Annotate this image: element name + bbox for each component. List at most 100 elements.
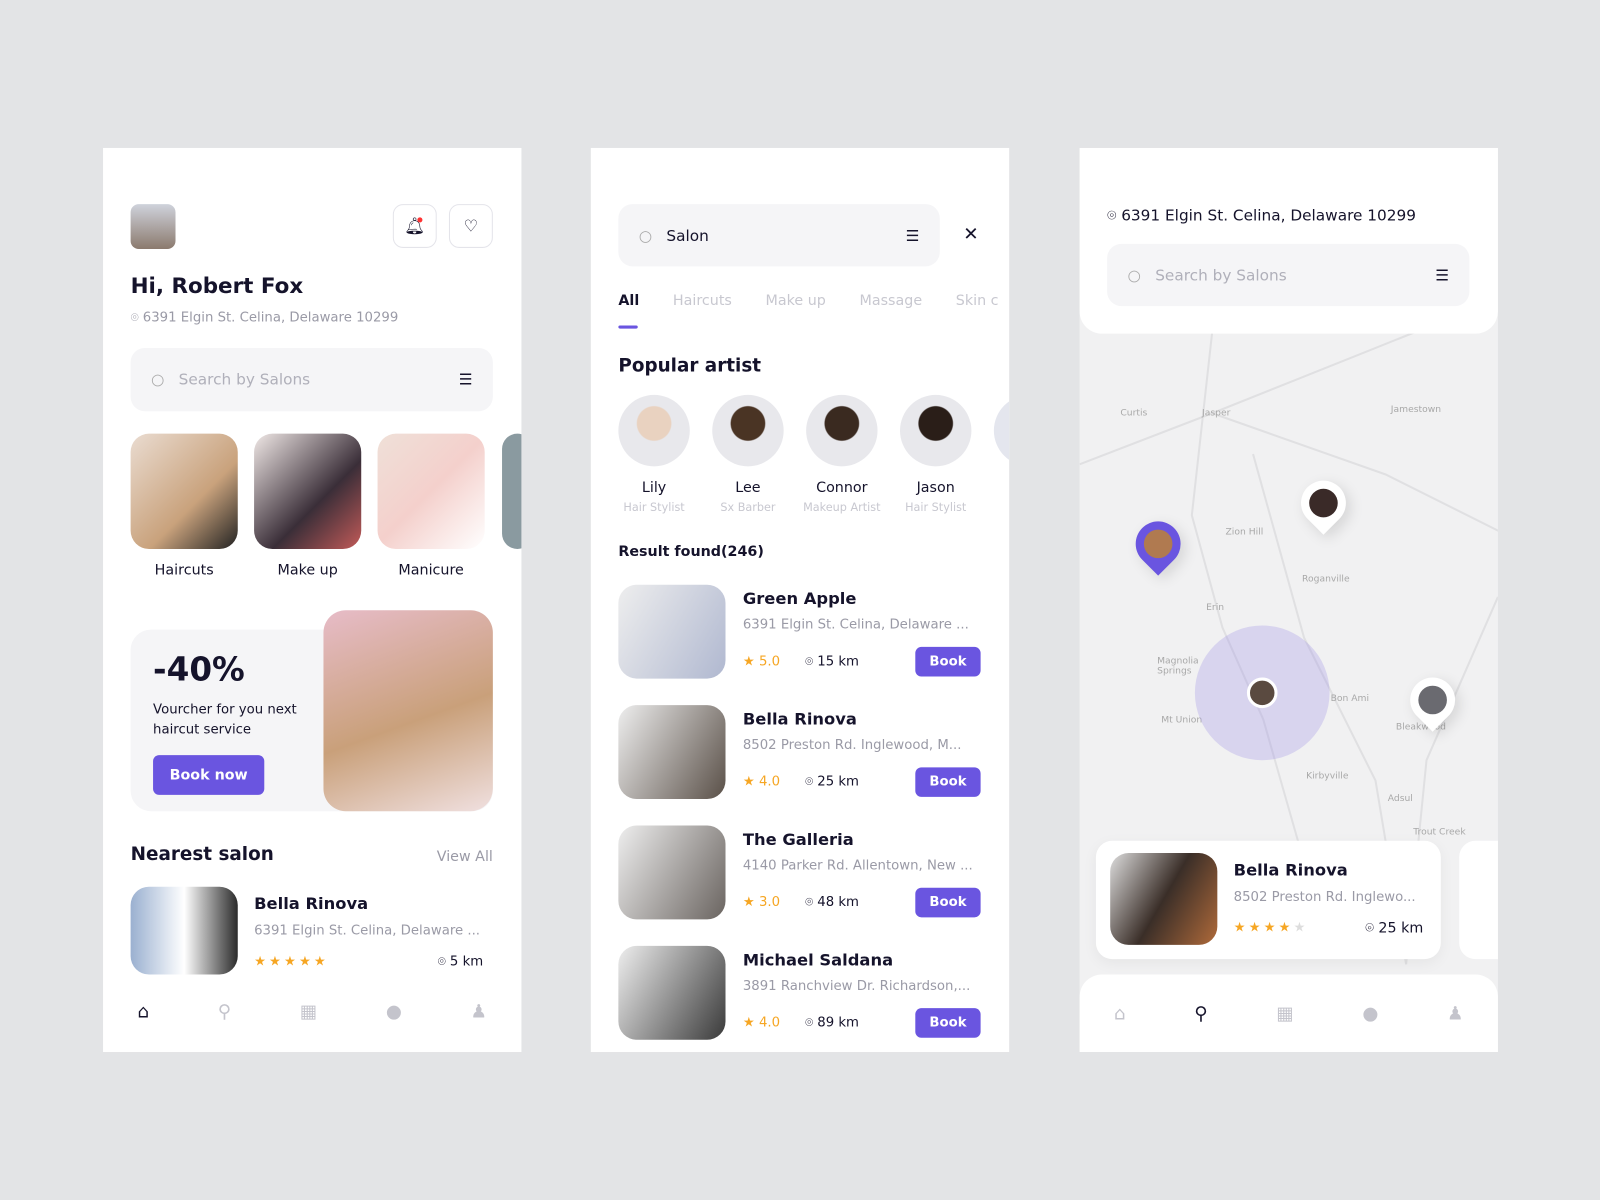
book-now-button[interactable]: Book now	[153, 755, 265, 795]
artist-avatar[interactable]	[899, 394, 972, 467]
salon-rating: 3.0	[758, 894, 781, 911]
book-button[interactable]: Book	[915, 646, 981, 677]
star-icon: ★	[742, 654, 759, 670]
category-more[interactable]	[502, 433, 522, 549]
salon-image[interactable]	[618, 584, 726, 679]
search-icon: ○	[151, 370, 165, 389]
salon-distance: 15 km	[817, 654, 859, 670]
salon-distance: 48 km	[817, 894, 859, 911]
search-icon: ○	[638, 226, 653, 245]
home-icon[interactable]: ⌂	[137, 1001, 149, 1022]
bottom-nav: ⌂ ⚲ ▦ ● ♟	[103, 970, 521, 1052]
profile-icon[interactable]: ♟	[471, 1001, 487, 1022]
category-manicure[interactable]	[377, 433, 485, 549]
salon-distance: 89 km	[817, 1015, 859, 1031]
star-icon: ★	[742, 1015, 759, 1031]
book-button[interactable]: Book	[915, 887, 981, 918]
tab-skin[interactable]: Skin c	[956, 293, 999, 309]
map-place-label: Magnolia Springs	[1157, 656, 1199, 677]
artist-avatar[interactable]	[712, 394, 784, 467]
salon-rating: 4.0	[758, 774, 781, 790]
rating-stars: ★★★★★	[1233, 920, 1309, 936]
salon-name[interactable]: Bella Rinova	[254, 894, 368, 913]
category-label: Haircuts	[154, 562, 214, 579]
book-button[interactable]: Book	[915, 767, 981, 797]
artist-avatar[interactable]	[993, 394, 1010, 467]
chat-icon[interactable]: ●	[386, 1001, 402, 1022]
artist-name: Jason	[916, 479, 955, 496]
active-tab-indicator	[618, 325, 638, 329]
category-makeup[interactable]	[254, 433, 362, 549]
salon-address: 6391 Elgin St. Celina, Delaware ...	[254, 923, 481, 939]
salon-name[interactable]: Green Apple	[743, 589, 857, 608]
salon-address: 6391 Elgin St. Celina, Delaware ...	[742, 617, 969, 633]
tab-all[interactable]: All	[618, 293, 639, 309]
close-icon[interactable]: ✕	[963, 223, 978, 244]
tab-massage[interactable]: Massage	[860, 293, 923, 309]
salon-distance: 25 km	[1378, 920, 1424, 937]
artist-avatar[interactable]	[618, 394, 690, 467]
search-icon: ○	[1127, 265, 1141, 285]
salon-image[interactable]	[618, 825, 726, 920]
salon-card-next[interactable]	[1459, 840, 1498, 960]
salon-name[interactable]: Bella Rinova	[743, 709, 857, 728]
map-place-label: Curtis	[1120, 408, 1148, 419]
current-user-marker[interactable]	[1246, 677, 1278, 709]
filter-icon[interactable]: ☰	[1435, 266, 1449, 284]
promo-image	[323, 610, 493, 812]
map-place-label: Jasper	[1202, 408, 1231, 419]
address: 6391 Elgin St. Celina, Delaware 10299	[1121, 206, 1417, 225]
salon-name[interactable]: Michael Saldana	[743, 950, 893, 969]
location-icon: ⌾	[1107, 206, 1122, 225]
profile-icon[interactable]: ♟	[1447, 1003, 1463, 1024]
salon-address: 8502 Preston Rd. Inglewood, M...	[742, 737, 962, 754]
location-icon: ⌾	[805, 1015, 818, 1031]
category-haircuts[interactable]	[130, 433, 238, 549]
map-pin-icon[interactable]: ⚲	[218, 1001, 231, 1022]
filter-icon[interactable]: ☰	[906, 226, 920, 244]
avatar[interactable]	[130, 204, 176, 249]
salon-distance: 5 km	[449, 954, 484, 970]
artist-role: Sx Barber	[720, 501, 776, 515]
search-screen: ○ Salon ☰ ✕ All Haircuts Make up Massage S…	[590, 147, 1010, 1053]
artist-role: Hair Stylist	[905, 501, 967, 515]
map-place-label: Adsul	[1387, 793, 1413, 805]
salon-image[interactable]	[130, 886, 238, 975]
location-icon: ⌾	[805, 654, 818, 670]
search-input[interactable]: ○ Search by Salons ☰	[130, 347, 493, 412]
chat-icon[interactable]: ●	[1362, 1003, 1378, 1024]
favorites-button[interactable]: ♡	[448, 204, 493, 248]
search-input[interactable]: ○ Search by Salons ☰	[1107, 243, 1470, 307]
salon-address: 4140 Parker Rd. Allentown, New ...	[742, 858, 973, 874]
tab-haircuts[interactable]: Haircuts	[673, 293, 732, 309]
book-button[interactable]: Book	[915, 1008, 981, 1038]
category-label: Make up	[277, 562, 338, 579]
salon-image	[1110, 853, 1218, 945]
artist-avatar[interactable]	[806, 394, 878, 467]
map-place-label: Trout Creek	[1413, 827, 1466, 838]
search-input[interactable]: ○ Salon ☰	[618, 204, 940, 267]
artist-name: Lee	[735, 479, 761, 496]
salon-name: Bella Rinova	[1233, 860, 1348, 880]
view-all-link[interactable]: View All	[437, 849, 493, 865]
promo-text: Vourcher for you next haircut service	[153, 702, 297, 738]
salon-image[interactable]	[618, 945, 726, 1040]
salon-address: 3891 Ranchview Dr. Richardson,...	[742, 978, 971, 994]
greeting: Hi, Robert Fox	[130, 273, 304, 298]
filter-icon[interactable]: ☰	[459, 370, 473, 388]
map-pin-icon[interactable]: ⚲	[1194, 1003, 1207, 1024]
heart-icon: ♡	[463, 216, 479, 236]
artist-role: Makeup Artist	[803, 501, 881, 515]
location-icon: ⌾	[130, 310, 143, 326]
artist-role: Hair Stylist	[623, 501, 685, 515]
tab-makeup[interactable]: Make up	[766, 293, 826, 309]
calendar-icon[interactable]: ▦	[300, 1001, 317, 1022]
home-icon[interactable]: ⌂	[1114, 1003, 1126, 1024]
section-title: Popular artist	[618, 355, 762, 377]
notification-button[interactable]: 🔔︎	[392, 204, 437, 248]
bottom-nav: ⌂ ⚲ ▦ ● ♟	[1079, 974, 1498, 1053]
salon-name[interactable]: The Galleria	[743, 830, 854, 849]
category-label: Manicure	[398, 562, 464, 579]
calendar-icon[interactable]: ▦	[1276, 1003, 1293, 1024]
salon-image[interactable]	[618, 705, 726, 799]
